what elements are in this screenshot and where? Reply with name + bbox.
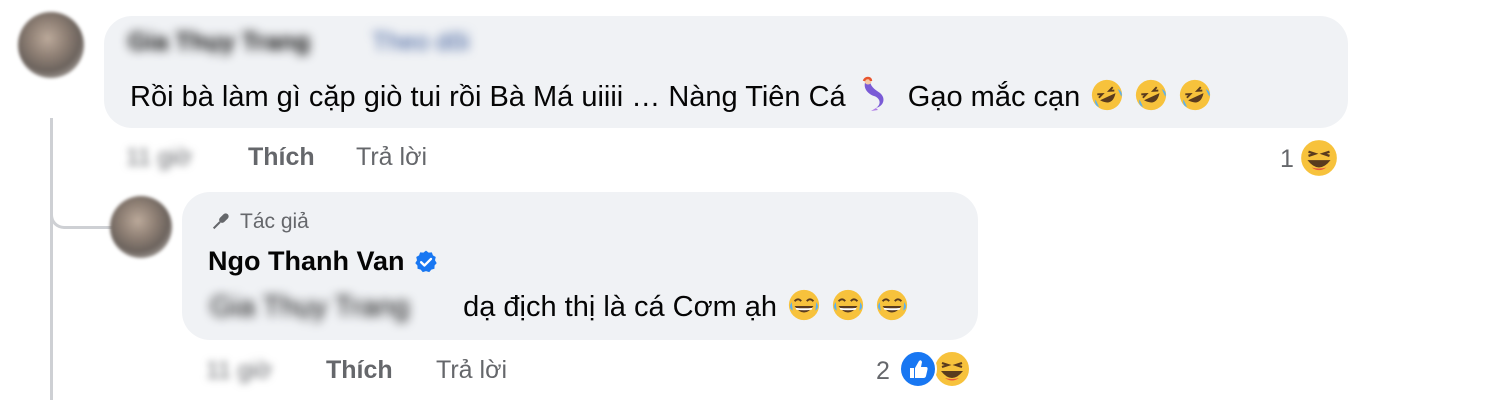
- commenter-avatar[interactable]: [18, 12, 84, 78]
- thread-line-vertical: [50, 118, 53, 400]
- laugh-emoji-group: [785, 289, 909, 323]
- rofl-emoji-icon: [1092, 79, 1123, 111]
- reply-like-button[interactable]: Thích: [326, 356, 393, 385]
- author-badge-label: Tác giả: [240, 210, 309, 233]
- haha-reaction-icon[interactable]: [932, 349, 972, 389]
- reply-text: Gia Thụy Trang dạ địch thị là cá Cơm ạh: [210, 288, 909, 324]
- tears-of-joy-emoji-icon: [789, 289, 820, 321]
- reply-text-main: dạ địch thị là cá Cơm ạh: [463, 291, 778, 323]
- commenter-tag[interactable]: Theo dõi: [372, 28, 469, 57]
- reply-reply-button[interactable]: Trả lời: [436, 356, 507, 385]
- reply-author-name-text[interactable]: Ngo Thanh Van: [208, 246, 405, 277]
- microphone-icon: [212, 213, 229, 230]
- reply-button[interactable]: Trả lời: [356, 143, 427, 172]
- thread-line-branch: [50, 210, 113, 229]
- laugh-cry-emoji-group: [1088, 79, 1212, 113]
- rofl-emoji-icon: [1136, 79, 1167, 111]
- reply-author-avatar[interactable]: [110, 196, 172, 258]
- author-badge: Tác giả: [208, 210, 309, 234]
- tears-of-joy-emoji-icon: [877, 289, 908, 321]
- mermaid-icon: [862, 76, 884, 111]
- reply-reaction-count[interactable]: 2: [876, 357, 890, 386]
- comment-text-main: Rồi bà làm gì cặp giò tui rồi Bà Má uiii…: [130, 81, 846, 113]
- reaction-count[interactable]: 1: [1280, 145, 1294, 174]
- tears-of-joy-emoji-icon: [833, 289, 864, 321]
- like-button[interactable]: Thích: [248, 143, 315, 172]
- verified-badge-icon: [414, 250, 437, 272]
- like-reaction-icon[interactable]: [898, 349, 938, 389]
- comment-text-tail: Gạo mắc cạn: [907, 81, 1081, 113]
- reply-timestamp[interactable]: 11 giờ: [206, 357, 272, 385]
- haha-reaction-icon[interactable]: [1298, 137, 1340, 179]
- reply-author-name[interactable]: Ngo Thanh Van: [208, 246, 439, 277]
- commenter-name[interactable]: Gia Thụy Trang: [128, 28, 310, 57]
- comment-text: Rồi bà làm gì cặp giò tui rồi Bà Má uiii…: [130, 76, 1212, 114]
- comment-timestamp[interactable]: 11 giờ: [126, 144, 192, 172]
- rofl-emoji-icon: [1180, 79, 1211, 111]
- reply-mention[interactable]: Gia Thụy Trang: [210, 290, 455, 324]
